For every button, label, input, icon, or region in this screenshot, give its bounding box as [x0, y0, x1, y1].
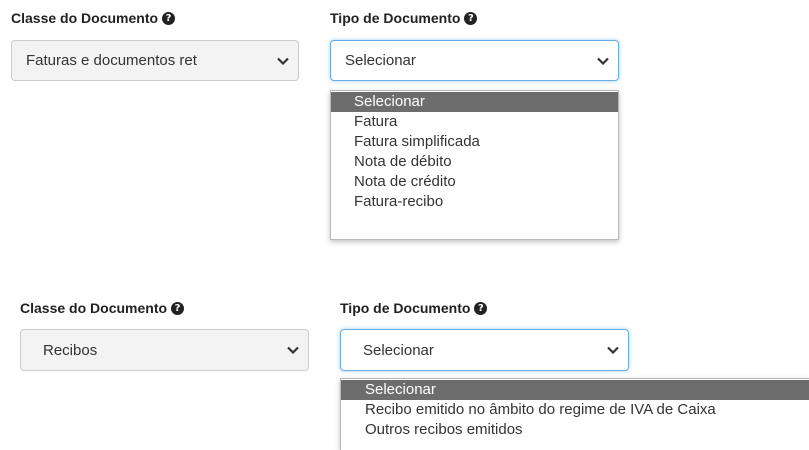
class-select[interactable]: Faturas e documentos ret — [11, 40, 299, 81]
dropdown-option[interactable]: Recibo emitido no âmbito do regime de IV… — [341, 400, 809, 420]
class-label-text: Classe do Documento — [20, 300, 168, 316]
chevron-down-icon — [598, 346, 628, 354]
dropdown-option[interactable]: Outros recibos emitidos — [341, 420, 809, 440]
class-label-text: Classe do Documento — [11, 10, 159, 26]
type-label: Tipo de Documento ? — [340, 300, 488, 316]
chevron-down-icon — [588, 57, 618, 65]
help-icon[interactable]: ? — [464, 11, 478, 25]
dropdown-option[interactable]: Selecionar — [331, 92, 618, 112]
chevron-down-icon — [268, 57, 298, 65]
type-select-value: Selecionar — [345, 52, 416, 69]
class-select-value: Faturas e documentos ret — [26, 52, 197, 69]
dropdown-option[interactable]: Fatura — [331, 112, 618, 132]
help-icon[interactable]: ? — [171, 301, 185, 315]
dropdown-option[interactable]: Selecionar — [341, 380, 809, 400]
type-dropdown-list[interactable]: Selecionar Recibo emitido no âmbito do r… — [340, 378, 809, 450]
type-label-text: Tipo de Documento — [330, 10, 461, 26]
class-label: Classe do Documento ? — [20, 300, 185, 316]
type-select[interactable]: Selecionar — [340, 329, 629, 371]
class-label: Classe do Documento ? — [11, 10, 176, 26]
dropdown-option[interactable]: Fatura simplificada — [331, 132, 618, 152]
help-icon[interactable]: ? — [162, 11, 176, 25]
type-select-value: Selecionar — [363, 341, 434, 359]
type-dropdown-list[interactable]: Selecionar Fatura Fatura simplificada No… — [330, 90, 619, 240]
dropdown-option[interactable]: Nota de crédito — [331, 172, 618, 192]
help-icon[interactable]: ? — [474, 301, 488, 315]
dropdown-option[interactable]: Nota de débito — [331, 152, 618, 172]
type-select[interactable]: Selecionar — [330, 40, 619, 81]
chevron-down-icon — [278, 346, 308, 354]
class-select-value: Recibos — [43, 341, 98, 359]
type-label-text: Tipo de Documento — [340, 300, 471, 316]
dropdown-option[interactable]: Fatura-recibo — [331, 192, 618, 212]
type-label: Tipo de Documento ? — [330, 10, 478, 26]
class-select[interactable]: Recibos — [20, 329, 309, 371]
